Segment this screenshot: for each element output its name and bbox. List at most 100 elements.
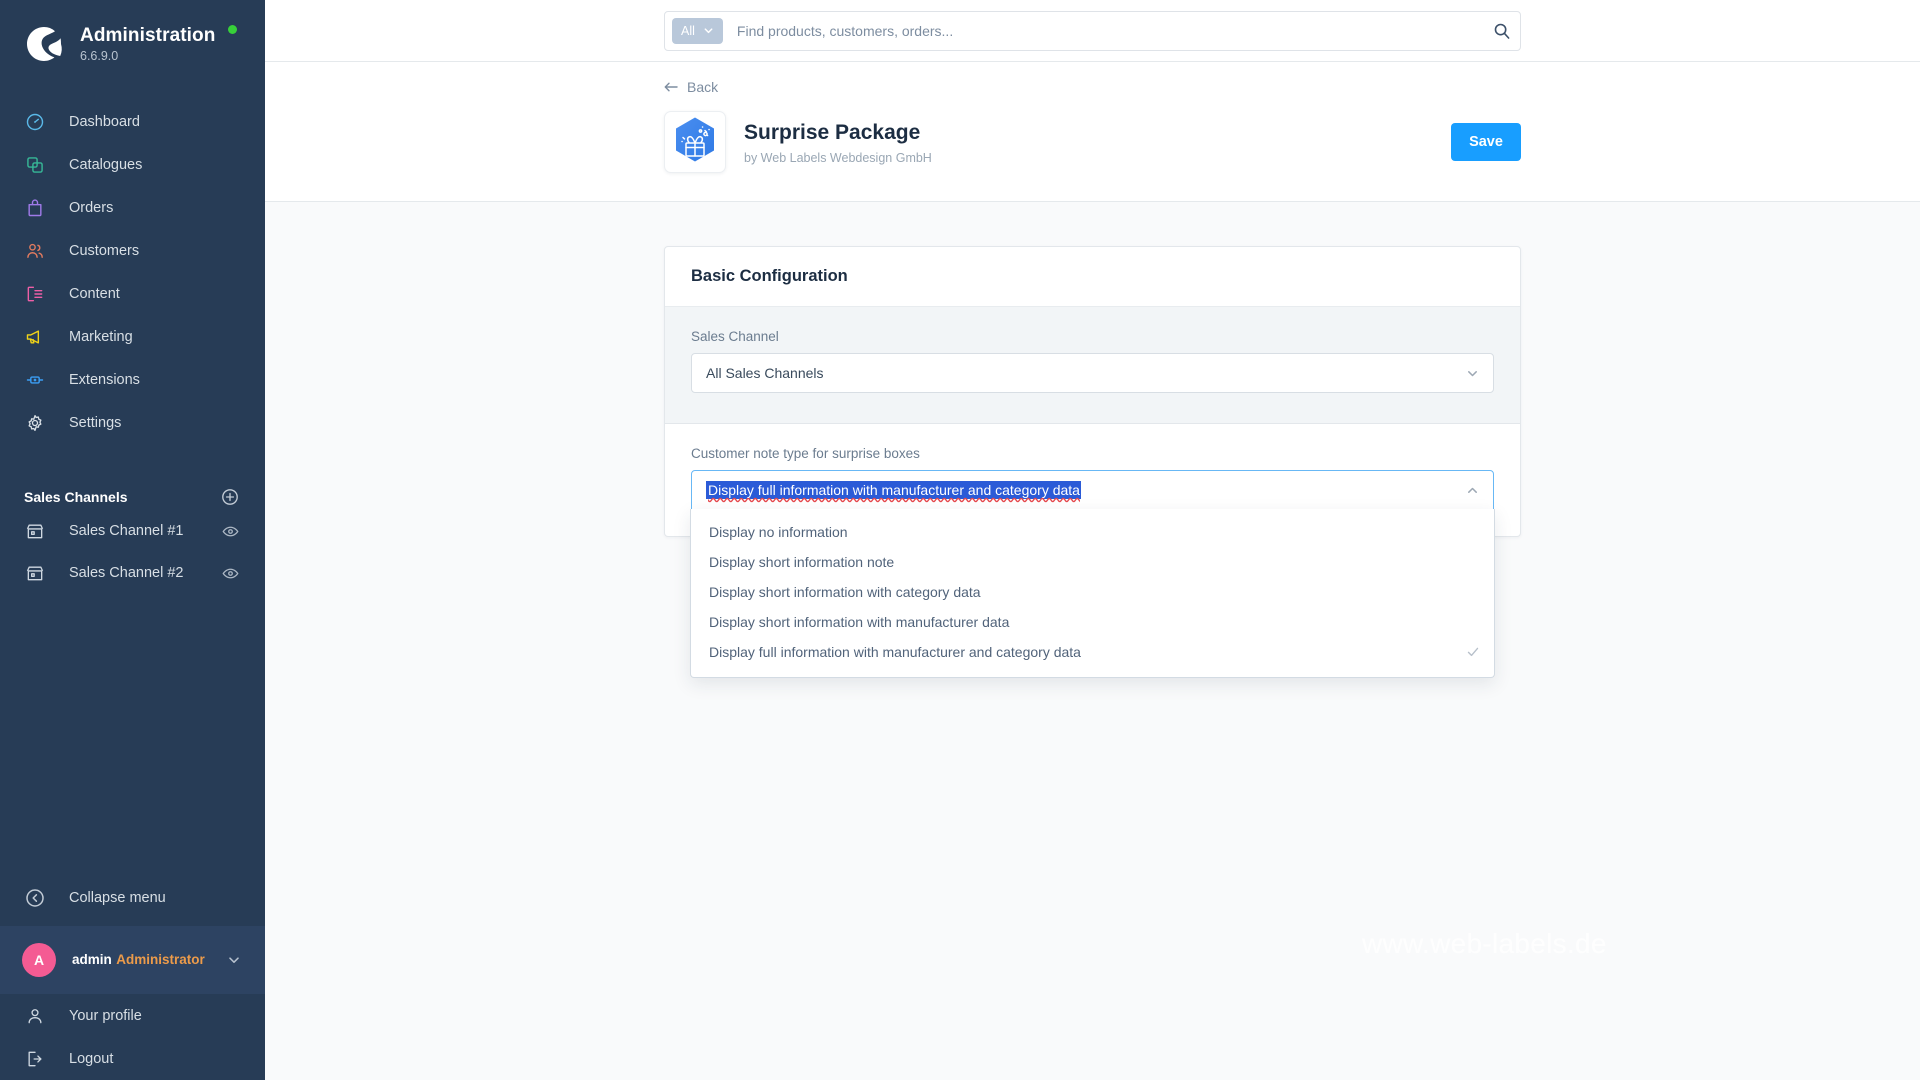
- sidebar-item-label: Sales Channel #1: [69, 523, 184, 539]
- megaphone-icon: [24, 326, 46, 348]
- chevron-down-icon[interactable]: [227, 953, 241, 967]
- search-box[interactable]: All: [664, 10, 1521, 51]
- content-area: Basic Configuration Sales Channel All Sa…: [265, 202, 1920, 678]
- dropdown-option-label: Display short information with manufactu…: [709, 614, 1010, 630]
- brand-header[interactable]: Administration 6.6.9.0: [0, 0, 265, 84]
- sales-channel-label: Sales Channel: [691, 329, 779, 344]
- arrow-left-icon: [664, 82, 678, 92]
- save-button[interactable]: Save: [1451, 123, 1521, 161]
- note-type-field: Display full information with manufactur…: [690, 470, 1495, 678]
- dropdown-option[interactable]: Display short information with manufactu…: [691, 607, 1494, 637]
- user-name: admin: [72, 952, 112, 967]
- sidebar-item-label: Orders: [69, 199, 114, 216]
- plug-icon: [24, 369, 46, 391]
- note-type-dropdown: Display no information Display short inf…: [690, 509, 1495, 678]
- sidebar-item-label: Sales Channel #2: [69, 565, 184, 581]
- sidebar-item-orders[interactable]: Orders: [0, 186, 265, 229]
- sidebar-item-marketing[interactable]: Marketing: [0, 315, 265, 358]
- sales-channel-select[interactable]: All Sales Channels: [691, 353, 1494, 393]
- sales-channel-value: All Sales Channels: [706, 365, 824, 381]
- copy-icon: [24, 154, 46, 176]
- note-type-select[interactable]: Display full information with manufactur…: [691, 470, 1494, 510]
- plugin-icon: [664, 111, 726, 173]
- sidebar-item-content[interactable]: Content: [0, 272, 265, 315]
- storefront-icon: [24, 562, 46, 584]
- back-label: Back: [687, 79, 719, 95]
- sidebar-item-label: Customers: [69, 242, 140, 259]
- brand-title: Administration: [80, 24, 216, 46]
- back-button[interactable]: Back: [664, 62, 718, 95]
- search-scope-label: All: [681, 23, 695, 38]
- card-title: Basic Configuration: [691, 267, 848, 285]
- page-header: Back Surprise Package by Web Labels Webd…: [265, 62, 1920, 202]
- gauge-icon: [24, 111, 46, 133]
- sidebar-item-logout[interactable]: Logout: [0, 1037, 265, 1080]
- dropdown-option-label: Display short information with category …: [709, 584, 981, 600]
- person-icon: [24, 1005, 46, 1027]
- sidebar-item-extensions[interactable]: Extensions: [0, 358, 265, 401]
- dropdown-option-label: Display short information note: [709, 554, 895, 570]
- dropdown-option-label: Display full information with manufactur…: [709, 644, 1081, 660]
- logout-icon: [24, 1048, 46, 1070]
- bag-icon: [24, 197, 46, 219]
- dropdown-option[interactable]: Display no information: [691, 517, 1494, 547]
- dropdown-option[interactable]: Display short information note: [691, 547, 1494, 577]
- collapse-left-icon: [24, 887, 46, 909]
- add-sales-channel-icon[interactable]: [221, 488, 239, 506]
- sidebar-item-label: Marketing: [69, 328, 133, 345]
- chevron-up-icon[interactable]: [1466, 484, 1479, 497]
- brand-version: 6.6.9.0: [80, 48, 119, 63]
- shopware-logo-icon: [22, 22, 66, 66]
- sidebar-item-sales-channel-1[interactable]: Sales Channel #1: [0, 510, 265, 552]
- sidebar-item-label: Your profile: [69, 1007, 142, 1024]
- content-icon: [24, 283, 46, 305]
- sidebar-item-label: Content: [69, 285, 120, 302]
- dropdown-option[interactable]: Display short information with category …: [691, 577, 1494, 607]
- global-search-bar: All: [265, 0, 1920, 62]
- sidebar: Administration 6.6.9.0 Dashboard Catalog…: [0, 0, 265, 1080]
- sidebar-item-sales-channel-2[interactable]: Sales Channel #2: [0, 552, 265, 594]
- status-indicator-dot: [228, 25, 237, 34]
- sidebar-nav: Dashboard Catalogues Orders Customers Co…: [0, 100, 265, 444]
- card-header: Basic Configuration: [665, 247, 1520, 307]
- eye-icon[interactable]: [222, 523, 239, 540]
- sidebar-item-label: Extensions: [69, 371, 140, 388]
- collapse-menu-button[interactable]: Collapse menu: [0, 876, 265, 920]
- chevron-down-icon: [1466, 367, 1479, 380]
- note-type-section: Customer note type for surprise boxes Di…: [665, 424, 1520, 678]
- collapse-menu-label: Collapse menu: [69, 890, 166, 906]
- avatar: A: [22, 943, 56, 977]
- sidebar-item-label: Settings: [69, 414, 122, 431]
- sales-channels-section-header: Sales Channels: [0, 484, 265, 510]
- dropdown-option-selected[interactable]: Display full information with manufactur…: [691, 637, 1494, 667]
- plugin-author: by Web Labels Webdesign GmbH: [744, 150, 932, 165]
- eye-icon[interactable]: [222, 565, 239, 582]
- check-icon: [1466, 645, 1480, 659]
- sidebar-item-label: Dashboard: [69, 113, 140, 130]
- search-input[interactable]: [736, 22, 1492, 39]
- sidebar-item-customers[interactable]: Customers: [0, 229, 265, 272]
- user-role: Administrator: [116, 952, 205, 967]
- user-info: admin Administrator: [72, 951, 227, 969]
- note-type-selected-value: Display full information with manufactur…: [706, 481, 1081, 499]
- sidebar-item-dashboard[interactable]: Dashboard: [0, 100, 265, 143]
- sidebar-item-settings[interactable]: Settings: [0, 401, 265, 444]
- user-menu[interactable]: A admin Administrator: [0, 926, 265, 994]
- dropdown-option-label: Display no information: [709, 524, 848, 540]
- page-title: Surprise Package: [744, 120, 921, 144]
- chevron-down-icon: [704, 28, 713, 34]
- sidebar-item-your-profile[interactable]: Your profile: [0, 994, 265, 1037]
- search-icon[interactable]: [1492, 21, 1512, 41]
- search-scope-selector[interactable]: All: [672, 17, 723, 44]
- watermark: www.web-labels.de: [1362, 928, 1607, 959]
- storefront-icon: [24, 520, 46, 542]
- sales-channel-section: Sales Channel All Sales Channels: [665, 307, 1520, 424]
- gear-icon: [24, 412, 46, 434]
- sidebar-item-label: Catalogues: [69, 156, 143, 173]
- note-type-label: Customer note type for surprise boxes: [691, 446, 920, 461]
- main-area: All Back: [265, 0, 1920, 1080]
- sidebar-item-catalogues[interactable]: Catalogues: [0, 143, 265, 186]
- sales-channels-title: Sales Channels: [24, 489, 128, 505]
- users-icon: [24, 240, 46, 262]
